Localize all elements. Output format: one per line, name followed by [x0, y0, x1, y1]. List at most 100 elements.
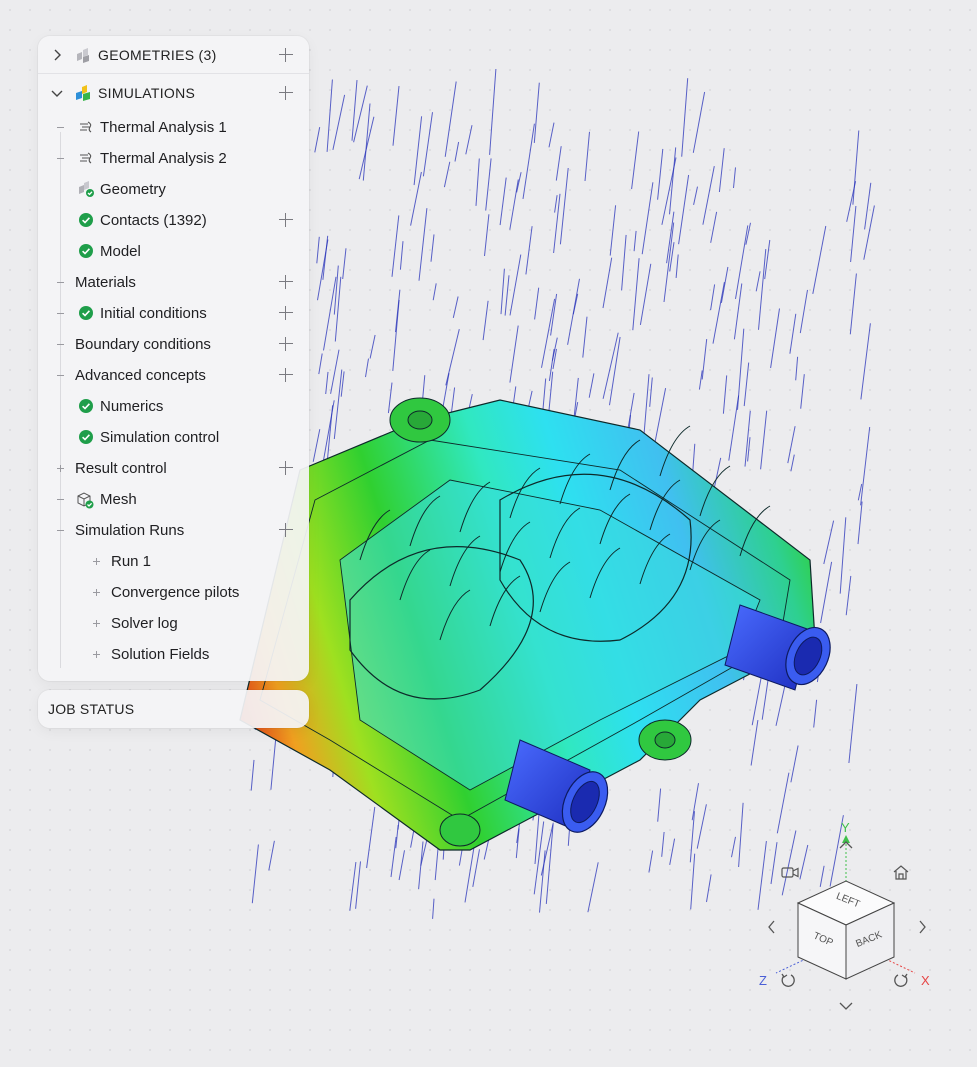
velocity-vector: [522, 123, 535, 199]
rotate-left-chevron: [768, 920, 775, 934]
velocity-vector: [391, 215, 400, 277]
velocity-vector: [641, 182, 654, 255]
add-initial-condition-button[interactable]: [279, 306, 293, 320]
collapse-icon[interactable]: [56, 495, 65, 504]
chevron-right-icon[interactable]: [51, 49, 63, 61]
add-geometry-button[interactable]: [279, 48, 293, 62]
velocity-vector: [567, 278, 580, 345]
collapse-icon[interactable]: [56, 154, 65, 163]
velocity-vector: [559, 167, 569, 245]
velocity-vector: [690, 853, 696, 910]
tree-item-advanced-concepts[interactable]: Advanced concepts: [38, 361, 309, 389]
velocity-vector: [509, 254, 522, 316]
collapse-icon[interactable]: [56, 309, 65, 318]
tree-item-model[interactable]: Model: [38, 237, 309, 265]
velocity-vector: [489, 68, 497, 155]
geometries-label: GEOMETRIES (3): [98, 47, 217, 63]
velocity-vector: [691, 783, 699, 821]
tree-item-convergence-pilots[interactable]: Convergence pilots: [38, 578, 309, 606]
tree-item-thermal-analysis-1[interactable]: Thermal Analysis 1: [38, 113, 309, 141]
velocity-vector: [738, 802, 744, 868]
velocity-vector: [764, 239, 771, 280]
velocity-vector: [504, 275, 510, 316]
tree-item-result-control[interactable]: Result control: [38, 454, 309, 482]
velocity-vector: [666, 211, 675, 264]
velocity-vector: [509, 179, 519, 230]
velocity-vector: [587, 862, 599, 913]
tree-item-thermal-analysis-2[interactable]: Thermal Analysis 2: [38, 144, 309, 172]
simulations-icon: [74, 84, 92, 102]
collapse-icon[interactable]: [56, 340, 65, 349]
velocity-vector: [472, 849, 480, 887]
tree-item-label: Convergence pilots: [111, 584, 240, 601]
velocity-vector: [770, 308, 780, 369]
add-result-control-button[interactable]: [279, 461, 293, 475]
tree-item-label: Solution Fields: [111, 646, 210, 663]
velocity-vector: [430, 234, 435, 262]
velocity-vector: [661, 831, 665, 857]
expand-icon[interactable]: [92, 619, 101, 628]
velocity-vector: [733, 167, 736, 189]
expand-icon[interactable]: [56, 464, 65, 473]
collapse-icon[interactable]: [56, 123, 65, 132]
navigation-cube-widget[interactable]: LEFT TOP BACK Y Z X: [750, 815, 950, 1025]
velocity-vector: [839, 517, 847, 594]
job-status-panel[interactable]: JOB STATUS: [38, 690, 309, 728]
velocity-vector: [747, 437, 751, 462]
tree-item-label: Boundary conditions: [75, 336, 211, 353]
velocity-vector: [657, 148, 664, 200]
add-contact-button[interactable]: [279, 213, 293, 227]
collapse-icon[interactable]: [56, 371, 65, 380]
add-advanced-concept-button[interactable]: [279, 368, 293, 382]
tree-item-numerics[interactable]: Numerics: [38, 392, 309, 420]
add-simulation-run-button[interactable]: [279, 523, 293, 537]
add-simulation-button[interactable]: [279, 86, 293, 100]
expand-icon[interactable]: [92, 650, 101, 659]
velocity-vector: [621, 234, 627, 291]
navigation-cube[interactable]: LEFT TOP BACK: [750, 815, 950, 1025]
collapse-icon[interactable]: [56, 526, 65, 535]
tree-item-mesh[interactable]: Mesh: [38, 485, 309, 513]
velocity-vector: [410, 171, 422, 226]
tree-item-label: Result control: [75, 460, 167, 477]
add-boundary-condition-button[interactable]: [279, 337, 293, 351]
expand-icon[interactable]: [92, 588, 101, 597]
tree-item-label: Geometry: [100, 181, 166, 198]
velocity-vector: [482, 300, 489, 341]
velocity-vector: [775, 680, 787, 726]
geometries-icon: [74, 46, 92, 64]
velocity-vector: [675, 254, 679, 278]
tree-item-solution-fields[interactable]: Solution Fields: [38, 640, 309, 668]
tree-item-label: Materials: [75, 274, 136, 291]
add-material-button[interactable]: [279, 275, 293, 289]
velocity-vector: [444, 81, 457, 157]
velocity-vector: [500, 268, 505, 315]
tree-item-simulation-runs[interactable]: Simulation Runs: [38, 516, 309, 544]
velocity-vector: [318, 353, 323, 375]
tree-item-initial-conditions[interactable]: Initial conditions: [38, 299, 309, 327]
velocity-vector: [333, 265, 339, 315]
geometries-header[interactable]: GEOMETRIES (3): [38, 36, 309, 74]
check-circle-icon: [79, 430, 93, 444]
velocity-vector: [846, 181, 857, 222]
tree-item-geometry[interactable]: Geometry: [38, 175, 309, 203]
velocity-vector: [545, 824, 554, 904]
tree-item-boundary-conditions[interactable]: Boundary conditions: [38, 330, 309, 358]
simulations-header[interactable]: SIMULATIONS: [38, 74, 309, 112]
tree-item-simulation-control[interactable]: Simulation control: [38, 423, 309, 451]
chevron-down-icon[interactable]: [51, 87, 63, 99]
velocity-vector: [366, 806, 376, 869]
tree-item-solver-log[interactable]: Solver log: [38, 609, 309, 637]
velocity-vector: [718, 148, 725, 193]
velocity-vector: [728, 395, 740, 461]
collapse-icon[interactable]: [56, 278, 65, 287]
tree-item-contacts[interactable]: Contacts (1392): [38, 206, 309, 234]
tree-item-materials[interactable]: Materials: [38, 268, 309, 296]
velocity-vector: [848, 684, 858, 764]
expand-icon[interactable]: [92, 557, 101, 566]
axis-x-label: X: [921, 973, 930, 988]
velocity-vector: [631, 131, 640, 190]
tree-item-run-1[interactable]: Run 1: [38, 547, 309, 575]
velocity-vector: [758, 249, 767, 330]
tree-item-label: Thermal Analysis 1: [100, 119, 227, 136]
